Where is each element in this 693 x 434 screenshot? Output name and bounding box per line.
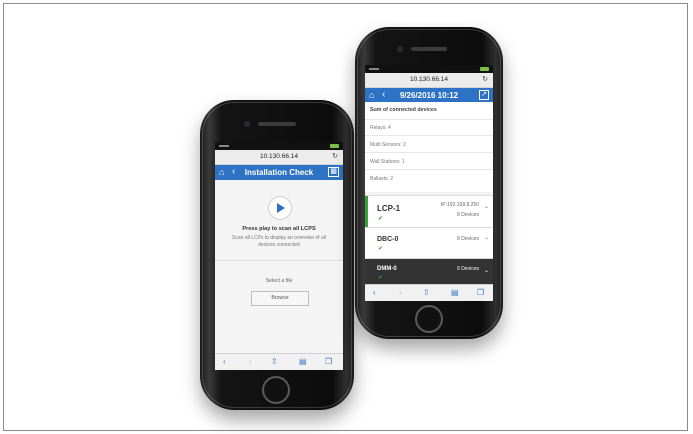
checkmark-icon: ✔ xyxy=(378,275,384,281)
url-text: 10.130.66.14 xyxy=(260,153,298,160)
device-name: DBC-0 xyxy=(377,236,399,243)
back-icon[interactable]: ‹ xyxy=(373,288,376,297)
home-button[interactable] xyxy=(415,305,443,333)
divider xyxy=(365,135,493,136)
reload-icon[interactable]: ↻ xyxy=(332,152,338,160)
checkmark-icon: ✔ xyxy=(378,246,384,252)
status-bar xyxy=(365,65,493,73)
scan-heading: Press play to scan all LCPS xyxy=(242,226,316,232)
battery-icon xyxy=(480,67,489,71)
share-icon[interactable]: ⇧ xyxy=(423,288,430,297)
device-ip: IP:192.168.8.250 xyxy=(440,202,479,208)
share-icon[interactable]: ↗ xyxy=(479,90,489,100)
phone-left: 10.130.66.14 ↻ ⌂ ‹ Installation Check ▩ … xyxy=(200,100,354,410)
signal-icon xyxy=(219,145,229,147)
url-text: 10.130.66.14 xyxy=(410,76,448,83)
play-icon[interactable] xyxy=(268,196,292,220)
divider xyxy=(365,169,493,170)
chevron-down-icon[interactable]: ⌄ xyxy=(484,267,489,274)
summary-relays: Relays: 4 xyxy=(370,125,391,131)
screen-left: 10.130.66.14 ↻ ⌂ ‹ Installation Check ▩ … xyxy=(215,142,343,370)
chevron-up-icon[interactable]: ⌃ xyxy=(484,206,489,213)
reload-icon[interactable]: ↻ xyxy=(482,75,488,83)
summary-title: Sum of connected devices xyxy=(370,107,437,113)
divider xyxy=(365,152,493,153)
scan-description: Scan all LCPs to display an overview of … xyxy=(232,235,326,248)
device-row-dbc0[interactable]: DBC-0 ✔ 9 Devices ⌃ xyxy=(365,227,493,258)
screen-right: 10.130.66.14 ↻ ⌂ ‹ 9/26/2016 10:12 ↗ Sum… xyxy=(365,65,493,301)
battery-icon xyxy=(330,144,339,148)
device-count: 9 Devices xyxy=(457,266,479,272)
tabs-icon[interactable]: ❐ xyxy=(325,357,332,366)
page-title: Installation Check xyxy=(244,168,314,177)
bookmarks-icon[interactable]: ▤ xyxy=(451,288,459,297)
address-bar[interactable]: 10.130.66.14 ↻ xyxy=(215,150,343,165)
front-camera xyxy=(244,121,250,127)
device-name: LCP-1 xyxy=(377,204,401,213)
browse-button[interactable]: Browse xyxy=(251,291,309,306)
device-count: 9 Devices xyxy=(457,236,479,242)
front-camera xyxy=(397,46,403,52)
device-row-dmm0[interactable]: DMM-0 ✔ 9 Devices ⌄ xyxy=(365,258,493,287)
summary-ballasts: Ballasts: 2 xyxy=(370,176,394,182)
divider xyxy=(365,119,493,120)
summary-multi-sensors: Multi Sensors: 2 xyxy=(370,142,406,148)
divider xyxy=(215,260,343,261)
home-button[interactable] xyxy=(262,376,290,404)
earpiece-speaker xyxy=(411,47,447,51)
checkmark-icon: ✔ xyxy=(378,216,384,222)
summary-panel: Sum of connected devices Relays: 4 Multi… xyxy=(365,102,493,192)
signal-icon xyxy=(369,68,379,70)
device-count: 9 Devices xyxy=(457,212,479,218)
select-file-label: Select a file xyxy=(265,278,293,284)
forward-icon[interactable]: › xyxy=(399,288,402,297)
address-bar[interactable]: 10.130.66.14 ↻ xyxy=(365,73,493,88)
device-row-lcp1[interactable]: LCP-1 ✔ IP:192.168.8.250 9 Devices ⌃ xyxy=(365,195,493,227)
forward-icon[interactable]: › xyxy=(249,357,252,366)
tabs-icon[interactable]: ❐ xyxy=(477,288,484,297)
earpiece-speaker xyxy=(258,122,296,126)
chevron-up-icon[interactable]: ⌃ xyxy=(484,237,489,244)
back-icon[interactable]: ‹ xyxy=(223,357,226,366)
status-indicator xyxy=(365,196,368,227)
summary-wall-stations: Wall Stations: 1 xyxy=(370,159,405,165)
browser-toolbar: ‹ › ⇧ ▤ ❐ xyxy=(215,353,343,370)
bookmarks-icon[interactable]: ▤ xyxy=(299,357,307,366)
device-name: DMM-0 xyxy=(377,266,397,272)
browser-toolbar: ‹ › ⇧ ▤ ❐ xyxy=(365,284,493,301)
status-bar xyxy=(215,142,343,150)
nav-bar: ⌂ ‹ Installation Check ▩ xyxy=(215,165,343,180)
share-icon[interactable]: ⇧ xyxy=(271,357,278,366)
nav-bar: ⌂ ‹ 9/26/2016 10:12 ↗ xyxy=(365,88,493,103)
chart-icon[interactable]: ▩ xyxy=(328,167,339,177)
page-title: 9/26/2016 10:12 xyxy=(399,91,459,100)
phone-right: 10.130.66.14 ↻ ⌂ ‹ 9/26/2016 10:12 ↗ Sum… xyxy=(355,27,503,339)
